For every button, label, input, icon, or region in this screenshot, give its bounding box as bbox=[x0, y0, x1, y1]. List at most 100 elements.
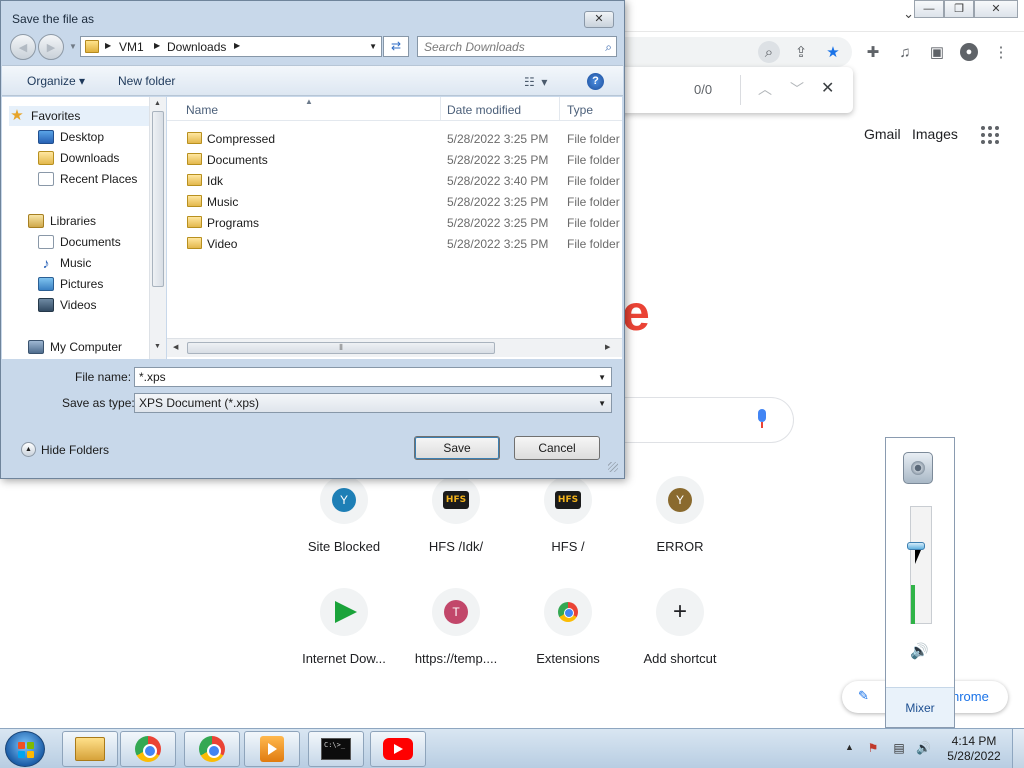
cancel-button[interactable]: Cancel bbox=[514, 436, 600, 460]
back-arrow-icon[interactable]: ◀ bbox=[10, 34, 36, 60]
shortcut-extensions[interactable]: Extensions bbox=[513, 588, 623, 666]
file-row-video[interactable]: Video 5/28/2022 3:25 PM File folder bbox=[167, 233, 622, 254]
shortcut-add[interactable]: + Add shortcut bbox=[625, 588, 735, 666]
organize-menu-button[interactable]: Organize ▾ bbox=[27, 74, 85, 88]
taskbar-youtube[interactable] bbox=[370, 731, 426, 767]
help-icon[interactable]: ? bbox=[587, 73, 604, 90]
find-previous-icon[interactable]: ︿ bbox=[758, 79, 772, 99]
scrollbar-thumb[interactable] bbox=[152, 111, 164, 287]
file-row-compressed[interactable]: Compressed 5/28/2022 3:25 PM File folder bbox=[167, 128, 622, 149]
breadcrumb-separator-icon[interactable]: ▶ bbox=[154, 41, 160, 50]
close-window-button[interactable]: ✕ bbox=[974, 0, 1018, 18]
save-type-dropdown-icon[interactable]: ▼ bbox=[598, 399, 606, 408]
save-button[interactable]: Save bbox=[414, 436, 500, 460]
file-row-music[interactable]: Music 5/28/2022 3:25 PM File folder bbox=[167, 191, 622, 212]
refresh-button[interactable]: ⇄ bbox=[383, 36, 409, 57]
shortcut-temp[interactable]: T https://temp.... bbox=[401, 588, 511, 666]
start-button[interactable] bbox=[5, 731, 45, 767]
nav-videos[interactable]: Videos bbox=[38, 295, 96, 315]
file-row-idk[interactable]: Idk 5/28/2022 3:40 PM File folder bbox=[167, 170, 622, 191]
file-row-programs[interactable]: Programs 5/28/2022 3:25 PM File folder bbox=[167, 212, 622, 233]
column-header-date[interactable]: Date modified bbox=[447, 103, 521, 117]
shortcut-error[interactable]: Y ERROR bbox=[625, 476, 735, 554]
google-apps-icon[interactable] bbox=[981, 126, 999, 144]
taskbar-chrome-1[interactable] bbox=[120, 731, 176, 767]
zoom-search-icon[interactable]: ⌕ bbox=[758, 41, 780, 63]
shortcut-hfs-root[interactable]: HFS HFS / bbox=[513, 476, 623, 554]
column-divider[interactable] bbox=[440, 97, 441, 121]
breadcrumb-separator-icon[interactable]: ▶ bbox=[105, 41, 111, 50]
taskbar-explorer[interactable] bbox=[62, 731, 118, 767]
tab-search-chevron-icon[interactable]: ⌄ bbox=[903, 6, 914, 22]
search-downloads-field[interactable]: Search Downloads ⌕ bbox=[417, 36, 617, 57]
breadcrumb-downloads[interactable]: Downloads bbox=[167, 40, 226, 54]
action-center-flag-icon[interactable]: ⚑ bbox=[866, 741, 880, 755]
forward-arrow-icon[interactable]: ▶ bbox=[38, 34, 64, 60]
file-name-input[interactable]: *.xps ▼ bbox=[134, 367, 612, 387]
scroll-right-icon[interactable]: ▶ bbox=[605, 343, 610, 351]
volume-slider-thumb[interactable] bbox=[907, 542, 925, 550]
nav-downloads[interactable]: Downloads bbox=[38, 148, 119, 168]
scrollbar-thumb[interactable]: ⦀ bbox=[187, 342, 495, 354]
gmail-link[interactable]: Gmail bbox=[864, 126, 901, 142]
chrome-menu-icon[interactable]: ⋮ bbox=[990, 41, 1012, 63]
column-header-name[interactable]: Name bbox=[186, 103, 218, 117]
nav-documents[interactable]: Documents bbox=[38, 232, 121, 252]
nav-recent-places[interactable]: Recent Places bbox=[38, 169, 137, 189]
speaker-device-icon[interactable] bbox=[903, 452, 933, 484]
voice-search-mic-icon[interactable] bbox=[756, 409, 768, 429]
file-list-scrollbar[interactable]: ◀ ⦀ ▶ bbox=[167, 338, 622, 357]
restore-button[interactable]: ❐ bbox=[944, 0, 974, 18]
nav-desktop[interactable]: Desktop bbox=[38, 127, 104, 147]
hide-folders-toggle[interactable]: ▲ Hide Folders bbox=[21, 442, 109, 457]
scroll-down-icon[interactable]: ▼ bbox=[154, 343, 161, 350]
find-next-icon[interactable]: ﹀ bbox=[790, 79, 804, 99]
shortcut-hfs-idk[interactable]: HFS HFS /Idk/ bbox=[401, 476, 511, 554]
nav-libraries[interactable]: Libraries bbox=[28, 211, 96, 231]
address-bar[interactable]: ▶ VM1 ▶ Downloads ▶ ▼ bbox=[80, 36, 382, 57]
nav-my-computer[interactable]: My Computer bbox=[28, 337, 122, 357]
images-link[interactable]: Images bbox=[912, 126, 958, 142]
resize-grip[interactable] bbox=[608, 462, 618, 472]
mute-speaker-icon[interactable]: 🔊 bbox=[910, 642, 929, 660]
address-dropdown-icon[interactable]: ▼ bbox=[369, 42, 377, 51]
taskbar-chrome-2[interactable] bbox=[184, 731, 240, 767]
file-name-dropdown-icon[interactable]: ▼ bbox=[598, 373, 606, 382]
nav-music[interactable]: ♪ Music bbox=[38, 253, 92, 273]
breadcrumb-separator-icon[interactable]: ▶ bbox=[234, 41, 240, 50]
scroll-up-icon[interactable]: ▲ bbox=[154, 100, 161, 107]
breadcrumb-vm1[interactable]: VM1 bbox=[119, 40, 144, 54]
recent-locations-dropdown-icon[interactable]: ▼ bbox=[69, 42, 77, 51]
bookmark-star-icon[interactable]: ★ bbox=[822, 41, 844, 63]
show-desktop-button[interactable] bbox=[1012, 729, 1024, 768]
dialog-close-button[interactable]: ✕ bbox=[584, 11, 614, 28]
system-clock[interactable]: 4:14 PM 5/28/2022 bbox=[944, 734, 1004, 764]
column-header-type[interactable]: Type bbox=[567, 103, 593, 117]
column-divider[interactable] bbox=[559, 97, 560, 121]
media-controls-icon[interactable]: ♫ bbox=[894, 41, 916, 63]
google-search-box[interactable] bbox=[624, 397, 794, 443]
omnibox[interactable] bbox=[624, 37, 852, 67]
nav-favorites[interactable]: ★ Favorites bbox=[9, 106, 149, 126]
taskbar-command-prompt[interactable]: C:\>_ bbox=[308, 731, 364, 767]
shortcut-internet-download[interactable]: Internet Dow... bbox=[289, 588, 399, 666]
show-hidden-icons-icon[interactable]: ▲ bbox=[845, 742, 854, 752]
network-icon[interactable]: ▤ bbox=[892, 741, 906, 755]
new-folder-button[interactable]: New folder bbox=[118, 74, 175, 88]
find-close-icon[interactable]: ✕ bbox=[821, 78, 834, 98]
shortcut-site-blocked[interactable]: Y Site Blocked bbox=[289, 476, 399, 554]
share-icon[interactable]: ⇪ bbox=[790, 41, 812, 63]
profile-avatar[interactable]: ● bbox=[958, 41, 980, 63]
scroll-left-icon[interactable]: ◀ bbox=[173, 343, 178, 351]
minimize-button[interactable]: — bbox=[914, 0, 944, 18]
search-icon[interactable]: ⌕ bbox=[605, 40, 612, 55]
change-view-icon[interactable]: ☷ ▾ bbox=[524, 75, 547, 89]
save-type-select[interactable]: XPS Document (*.xps) ▼ bbox=[134, 393, 612, 413]
file-row-documents[interactable]: Documents 5/28/2022 3:25 PM File folder bbox=[167, 149, 622, 170]
nav-pictures[interactable]: Pictures bbox=[38, 274, 103, 294]
nav-pane-scrollbar[interactable]: ▲ ▼ bbox=[149, 97, 166, 359]
volume-tray-icon[interactable]: 🔊 bbox=[916, 741, 931, 755]
mixer-link[interactable]: Mixer bbox=[886, 687, 954, 727]
taskbar-media-player[interactable] bbox=[244, 731, 300, 767]
extensions-puzzle-icon[interactable]: ✚ bbox=[862, 41, 884, 63]
